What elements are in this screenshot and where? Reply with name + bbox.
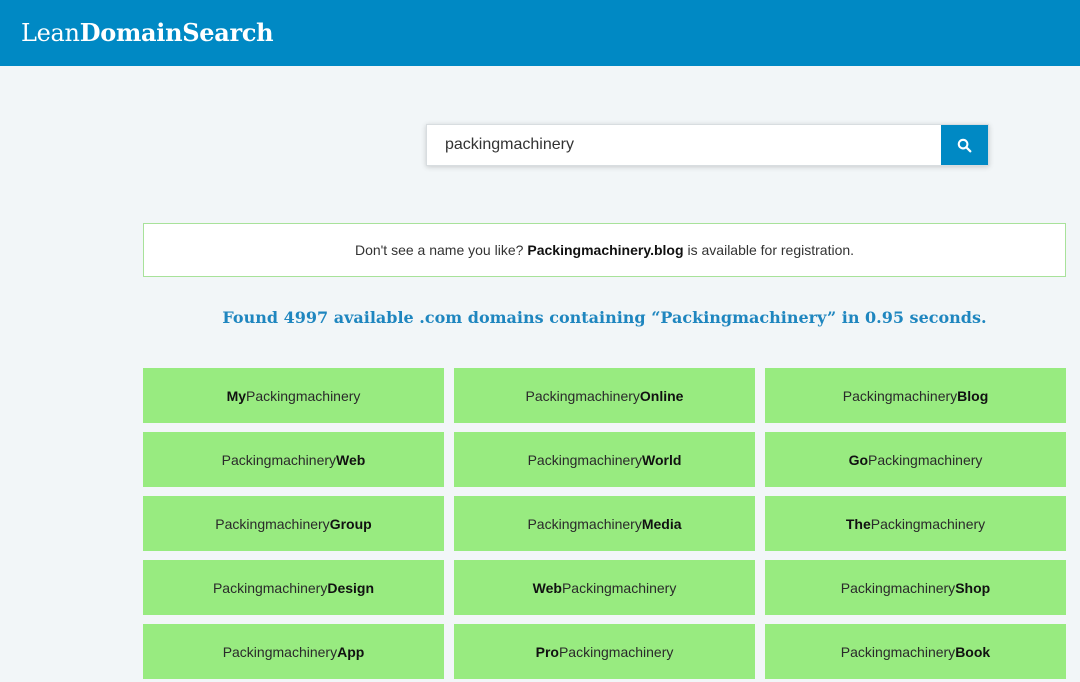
domain-suffix: Online — [639, 387, 684, 404]
domain-base: Packingmachinery — [842, 387, 958, 404]
domain-card[interactable]: Packingmachinery Web — [143, 432, 444, 487]
domain-card[interactable]: Pro Packingmachinery — [454, 624, 755, 679]
domain-base: Packingmachinery — [212, 579, 328, 596]
domain-card[interactable]: Web Packingmachinery — [454, 560, 755, 615]
search-bar — [426, 124, 989, 166]
domain-card[interactable]: My Packingmachinery — [143, 368, 444, 423]
site-logo[interactable]: LeanDomainSearch — [21, 16, 274, 50]
notice-suffix: is available for registration. — [687, 242, 855, 258]
search-icon — [957, 138, 972, 152]
domain-base: Packingmachinery — [840, 643, 956, 660]
domain-card[interactable]: Packingmachinery Blog — [765, 368, 1066, 423]
domain-base: Packingmachinery — [527, 515, 642, 532]
domain-card[interactable]: The Packingmachinery — [765, 496, 1066, 551]
domain-suffix: World — [641, 451, 682, 468]
domain-prefix: My — [226, 387, 247, 404]
domain-suffix: App — [337, 643, 365, 660]
domain-card[interactable]: Go Packingmachinery — [765, 432, 1066, 487]
domain-card[interactable]: Packingmachinery World — [454, 432, 755, 487]
results-summary: Found 4997 available .com domains contai… — [222, 308, 987, 327]
domain-card[interactable]: Packingmachinery Book — [765, 624, 1066, 679]
domain-base: Packingmachinery — [870, 515, 986, 532]
domain-base: Packingmachinery — [840, 579, 956, 596]
domain-suffix: Blog — [957, 387, 989, 404]
domain-prefix: Go — [848, 451, 869, 468]
domain-base: Packingmachinery — [527, 451, 642, 468]
domain-suffix: Web — [336, 451, 366, 468]
domain-suffix: Design — [327, 579, 375, 596]
domain-card[interactable]: Packingmachinery Design — [143, 560, 444, 615]
domain-suffix: Shop — [955, 579, 991, 596]
domain-base: Packingmachinery — [525, 387, 640, 404]
domain-base: Packingmachinery — [221, 451, 337, 468]
domain-card[interactable]: Packingmachinery App — [143, 624, 444, 679]
domain-prefix: The — [845, 515, 871, 532]
top-bar: LeanDomainSearch — [0, 0, 1080, 66]
registration-notice: Don't see a name you like? Packingmachin… — [143, 223, 1066, 277]
logo-text-bold: DomainSearch — [79, 18, 274, 47]
domain-suffix: Media — [641, 515, 682, 532]
domain-base: Packingmachinery — [561, 579, 677, 596]
domain-card[interactable]: Packingmachinery Group — [143, 496, 444, 551]
domain-base: Packingmachinery — [868, 451, 983, 468]
domain-card[interactable]: Packingmachinery Media — [454, 496, 755, 551]
domain-results-grid: My Packingmachinery Packingmachinery Onlin… — [143, 368, 1066, 679]
domain-prefix: Web — [532, 579, 562, 596]
domain-base: Packingmachinery — [215, 515, 330, 532]
domain-suffix: Book — [955, 643, 991, 660]
domain-base: Packingmachinery — [222, 643, 338, 660]
domain-prefix: Pro — [535, 643, 559, 660]
domain-base: Packingmachinery — [246, 387, 361, 404]
notice-prefix: Don't see a name you like? — [354, 242, 524, 258]
search-input[interactable] — [427, 125, 942, 165]
domain-base: Packingmachinery — [558, 643, 674, 660]
search-button[interactable] — [941, 125, 988, 165]
notice-domain-link[interactable]: Packingmachinery.blog — [527, 242, 683, 258]
domain-card[interactable]: Packingmachinery Shop — [765, 560, 1066, 615]
domain-suffix: Group — [329, 515, 372, 532]
domain-card[interactable]: Packingmachinery Online — [454, 368, 755, 423]
logo-text-light: Lean — [21, 19, 80, 47]
